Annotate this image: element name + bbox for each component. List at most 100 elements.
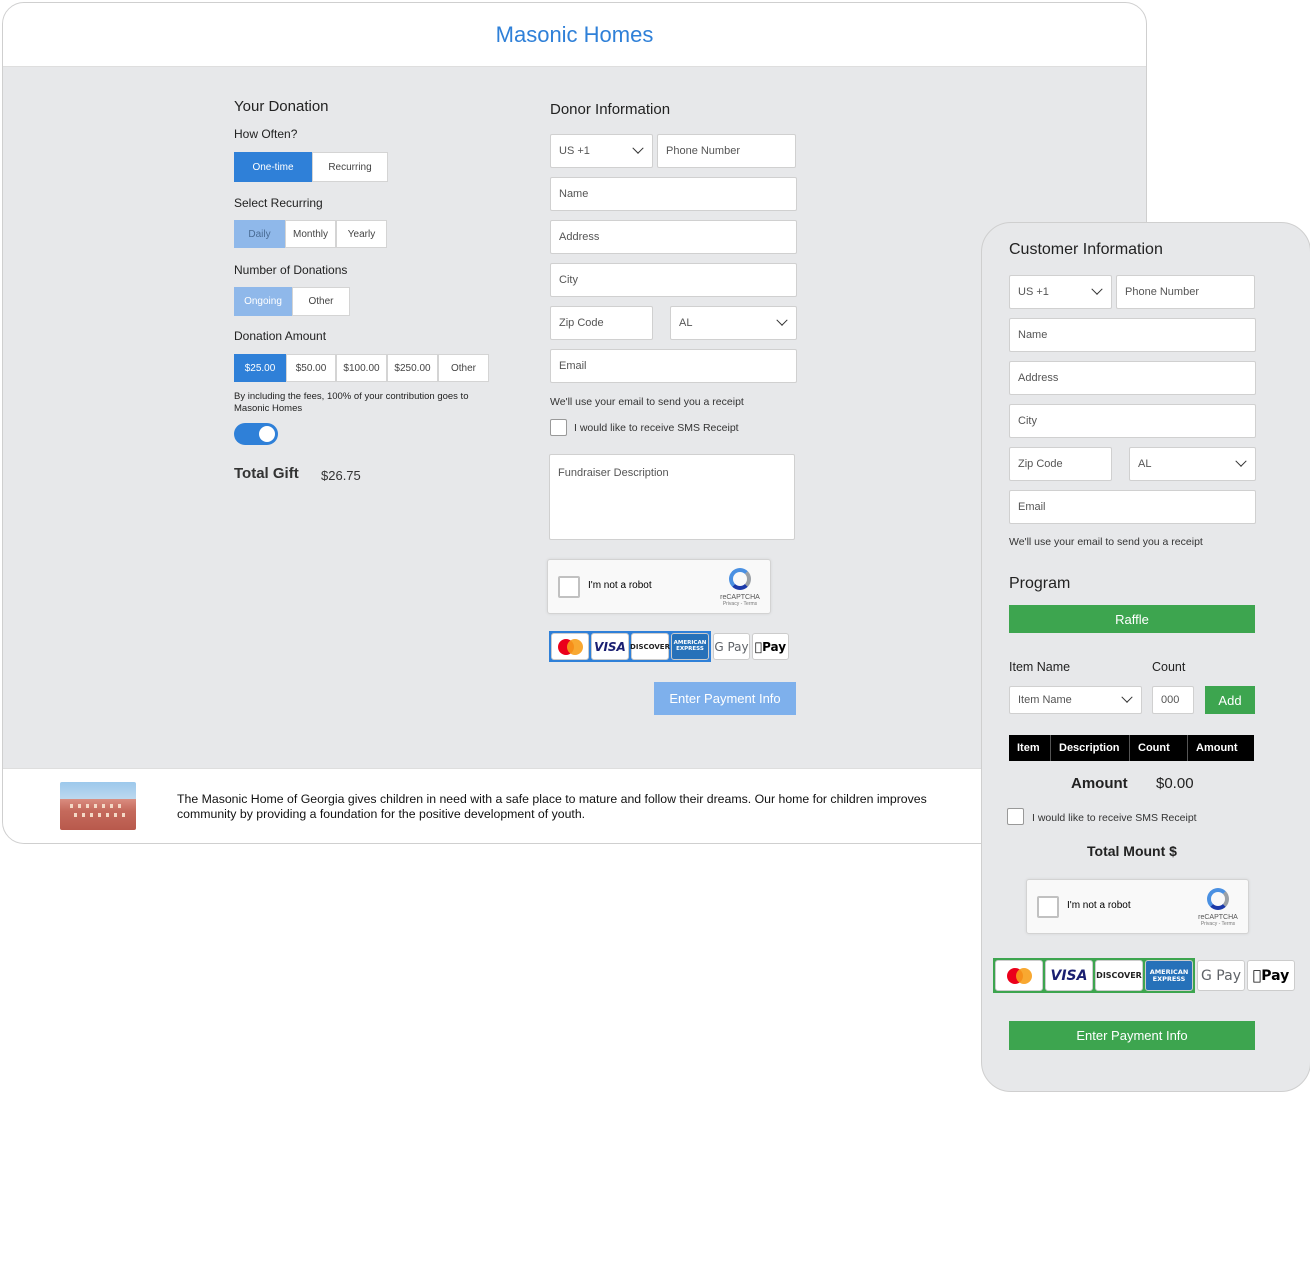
customer-sms-checkbox[interactable] xyxy=(1007,808,1024,825)
customer-payment-methods: VISA DISCOVER AMERICAN EXPRESS G Pay Pa… xyxy=(993,958,1295,993)
app-header: Masonic Homes xyxy=(3,3,1146,67)
amex-icon[interactable]: AMERICAN EXPRESS xyxy=(1145,960,1193,991)
count-input[interactable]: 000 xyxy=(1152,686,1194,714)
customer-state-select[interactable]: AL xyxy=(1129,447,1256,481)
customer-email-input[interactable]: Email xyxy=(1009,490,1256,524)
col-description: Description xyxy=(1051,735,1130,761)
monthly-button[interactable]: Monthly xyxy=(285,220,336,248)
google-pay-icon[interactable]: G Pay xyxy=(713,633,750,660)
name-input[interactable]: Name xyxy=(550,177,797,211)
customer-email-note: We'll use your email to send you a recei… xyxy=(1009,536,1203,548)
recurring-button[interactable]: Recurring xyxy=(312,152,388,182)
recaptcha-icon xyxy=(1207,888,1229,910)
footer: The Masonic Home of Georgia gives childr… xyxy=(3,768,1146,843)
donation-window: Masonic Homes Your Donation How Often? O… xyxy=(2,2,1147,844)
customer-phone-input[interactable]: Phone Number xyxy=(1116,275,1255,309)
customer-name-input[interactable]: Name xyxy=(1009,318,1256,352)
customer-panel: Customer Information US +1 Phone Number … xyxy=(981,222,1310,1092)
state-select[interactable]: AL xyxy=(670,306,797,340)
address-input[interactable]: Address xyxy=(550,220,797,254)
mastercard-icon[interactable] xyxy=(995,960,1043,991)
amount-other-button[interactable]: Other xyxy=(438,354,489,382)
recaptcha-checkbox[interactable] xyxy=(558,575,580,598)
chevron-down-icon xyxy=(776,314,788,326)
customer-title: Customer Information xyxy=(1009,241,1163,258)
discover-icon[interactable]: DISCOVER xyxy=(1095,960,1143,991)
amount-25-button[interactable]: $25.00 xyxy=(234,354,286,382)
how-often-label: How Often? xyxy=(234,127,298,141)
home-photo xyxy=(60,782,136,830)
col-count: Count xyxy=(1130,735,1188,761)
add-item-button[interactable]: Add xyxy=(1205,686,1255,714)
customer-card-brands-group: VISA DISCOVER AMERICAN EXPRESS xyxy=(993,958,1195,993)
donation-amount-label: Donation Amount xyxy=(234,329,327,343)
enter-payment-button[interactable]: Enter Payment Info xyxy=(654,682,796,715)
phone-input[interactable]: Phone Number xyxy=(657,134,796,168)
recaptcha-widget: I'm not a robot reCAPTCHA Privacy - Term… xyxy=(547,559,771,614)
amount-100-button[interactable]: $100.00 xyxy=(336,354,387,382)
email-note: We'll use your email to send you a recei… xyxy=(550,396,744,408)
col-amount: Amount xyxy=(1188,735,1254,761)
mastercard-icon[interactable] xyxy=(551,633,589,660)
how-often-toggle: One-time Recurring xyxy=(234,152,388,182)
count-label: Count xyxy=(1152,660,1186,674)
sms-checkbox[interactable] xyxy=(550,419,567,436)
customer-state-value: AL xyxy=(1138,458,1152,470)
customer-sms-label: I would like to receive SMS Receipt xyxy=(1032,812,1197,824)
customer-enter-payment-button[interactable]: Enter Payment Info xyxy=(1009,1021,1255,1050)
amount-250-button[interactable]: $250.00 xyxy=(387,354,438,382)
amex-icon[interactable]: AMERICAN EXPRESS xyxy=(671,633,709,660)
chevron-down-icon xyxy=(1235,455,1247,467)
yearly-button[interactable]: Yearly xyxy=(336,220,387,248)
apple-pay-label: Pay xyxy=(1256,967,1289,984)
apple-pay-icon[interactable]: Pay xyxy=(752,633,789,660)
col-item: Item xyxy=(1009,735,1051,761)
apple-pay-icon[interactable]: Pay xyxy=(1247,960,1295,991)
customer-city-input[interactable]: City xyxy=(1009,404,1256,438)
daily-button[interactable]: Daily xyxy=(234,220,285,248)
select-recurring-label: Select Recurring xyxy=(234,196,323,210)
customer-country-code-select[interactable]: US +1 xyxy=(1009,275,1112,309)
include-fees-toggle[interactable] xyxy=(234,423,278,445)
customer-recaptcha-brand: reCAPTCHA xyxy=(1198,914,1238,921)
chevron-down-icon xyxy=(1091,283,1103,295)
yearly-wrap: Yearly xyxy=(336,220,387,248)
item-name-value: Item Name xyxy=(1018,694,1072,706)
card-brands-group: VISA DISCOVER AMERICAN EXPRESS xyxy=(549,631,711,662)
total-mount-label: Total Mount $ xyxy=(1087,843,1177,859)
one-time-button[interactable]: One-time xyxy=(234,152,312,182)
country-code-select[interactable]: US +1 xyxy=(550,134,653,168)
item-name-select[interactable]: Item Name xyxy=(1009,686,1142,714)
items-table-header: Item Description Count Amount xyxy=(1009,735,1254,761)
fundraiser-description-input[interactable]: Fundraiser Description xyxy=(549,454,795,540)
donor-title: Donor Information xyxy=(550,101,671,118)
country-code-value: US +1 xyxy=(559,145,590,157)
amount-50-button[interactable]: $50.00 xyxy=(286,354,336,382)
number-of-donations-label: Number of Donations xyxy=(234,263,348,277)
state-value: AL xyxy=(679,317,693,329)
discover-icon[interactable]: DISCOVER xyxy=(630,633,670,660)
sms-label: I would like to receive SMS Receipt xyxy=(574,422,739,434)
customer-recaptcha-logo: reCAPTCHA Privacy - Terms xyxy=(1198,888,1238,927)
email-input[interactable]: Email xyxy=(550,349,797,383)
payment-methods: VISA DISCOVER AMERICAN EXPRESS G Pay Pa… xyxy=(549,631,789,662)
google-pay-icon[interactable]: G Pay xyxy=(1197,960,1245,991)
app-title: Masonic Homes xyxy=(495,22,654,47)
chevron-down-icon xyxy=(632,142,644,154)
customer-recaptcha-checkbox[interactable] xyxy=(1037,895,1059,918)
total-gift-value: $26.75 xyxy=(321,468,361,483)
customer-zip-input[interactable]: Zip Code xyxy=(1009,447,1112,481)
other-count-button[interactable]: Other xyxy=(292,287,350,316)
apple-pay-label: Pay xyxy=(758,639,786,654)
zip-input[interactable]: Zip Code xyxy=(550,306,653,340)
city-input[interactable]: City xyxy=(550,263,797,297)
amount-toggle: $25.00 $50.00 $100.00 $250.00 Other xyxy=(234,354,489,382)
recaptcha-label: I'm not a robot xyxy=(588,579,652,591)
raffle-button[interactable]: Raffle xyxy=(1009,605,1255,633)
amount-label: Amount xyxy=(1071,775,1128,792)
customer-recaptcha-terms: Privacy - Terms xyxy=(1200,921,1236,927)
visa-icon[interactable]: VISA xyxy=(1045,960,1093,991)
customer-address-input[interactable]: Address xyxy=(1009,361,1256,395)
visa-icon[interactable]: VISA xyxy=(591,633,629,660)
ongoing-button[interactable]: Ongoing xyxy=(234,287,292,316)
